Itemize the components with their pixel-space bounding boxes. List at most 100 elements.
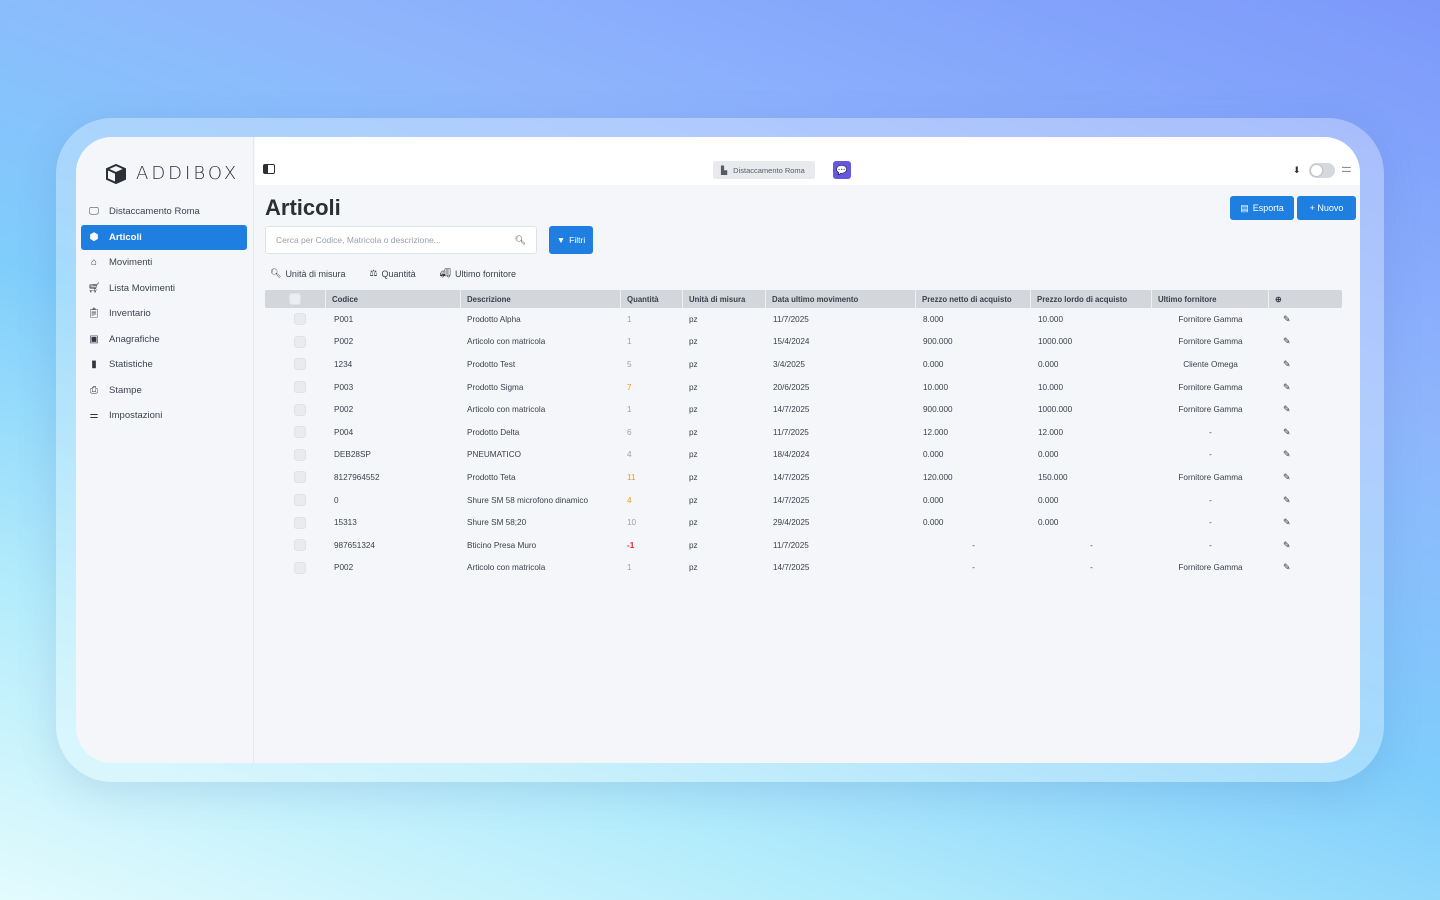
- table-row[interactable]: 8127964552 Prodotto Teta 11 pz 14/7/2025 120.…: [265, 466, 1342, 489]
- row-checkbox[interactable]: [293, 448, 306, 461]
- header-codice[interactable]: Codice: [326, 290, 461, 308]
- table-header: Codice Descrizione Quantità Unità di mis…: [265, 290, 1342, 308]
- row-checkbox[interactable]: [293, 471, 306, 484]
- row-checkbox[interactable]: [293, 335, 306, 348]
- table-row[interactable]: 1234 Prodotto Test 5 pz 3/4/2025 0.000 0.000 Cl…: [265, 353, 1342, 376]
- search-input[interactable]: Cerca per Codice, Matricola o descrizion…: [265, 226, 537, 254]
- sidebar-item-distaccamento-roma[interactable]: 🖵 Distaccamento Roma: [81, 199, 247, 225]
- sidebar-item-label: Statistiche: [109, 359, 153, 371]
- download-icon[interactable]: ⬇: [1293, 165, 1301, 176]
- filter-button[interactable]: ▼ Filtri: [549, 226, 593, 254]
- row-checkbox[interactable]: [293, 516, 306, 529]
- column-settings-cell: ⊕: [1269, 290, 1322, 308]
- new-label: + Nuovo: [1309, 203, 1344, 213]
- cell-unita: pz: [689, 472, 698, 482]
- chip-ultimo-fornitore[interactable]: 🚚︎ Ultimo fornitore: [440, 268, 516, 279]
- row-checkbox[interactable]: [293, 426, 306, 439]
- chip-unità-di-misura[interactable]: 🔍︎ Unità di misura: [270, 268, 345, 279]
- table-row[interactable]: P003 Prodotto Sigma 7 pz 20/6/2025 10.000 10.0…: [265, 376, 1342, 399]
- table-row[interactable]: 987651324 Bticino Presa Muro -1 pz 11/7/2025…: [265, 534, 1342, 557]
- sliders-icon[interactable]: ⚌: [1341, 161, 1352, 175]
- header-quantita[interactable]: Quantità: [621, 290, 683, 308]
- row-select-cell: [265, 539, 326, 552]
- edit-pencil-icon[interactable]: ✎: [1283, 562, 1291, 572]
- sidebar-item-lista-movimenti[interactable]: 🛒︎ Lista Movimenti: [81, 276, 247, 302]
- header-prezzo-netto[interactable]: Prezzo netto di acquisto: [916, 290, 1031, 308]
- cell-prezzo-lordo: -: [1090, 540, 1093, 550]
- export-button[interactable]: ▤ Esporta: [1230, 196, 1294, 220]
- cell-data: 29/4/2025: [773, 518, 810, 528]
- sidebar-item-anagrafiche[interactable]: ▣ Anagrafiche: [81, 327, 247, 353]
- row-checkbox[interactable]: [293, 539, 306, 552]
- cell-unita: pz: [689, 405, 698, 415]
- file-icon: ▤: [1240, 202, 1249, 213]
- edit-cell: ✎: [1269, 427, 1322, 438]
- table-row[interactable]: P002 Articolo con matricola 1 pz 14/7/2025 90…: [265, 398, 1342, 421]
- row-checkbox[interactable]: [293, 313, 306, 326]
- edit-pencil-icon[interactable]: ✎: [1283, 336, 1291, 346]
- column-settings-icon[interactable]: ⊕: [1275, 295, 1282, 304]
- table-row[interactable]: P001 Prodotto Alpha 1 pz 11/7/2025 8.000 10.00…: [265, 308, 1342, 331]
- header-unita[interactable]: Unità di misura: [683, 290, 766, 308]
- table-row[interactable]: 0 Shure SM 58 microfono dinamico 4 pz 14/7/2…: [265, 489, 1342, 512]
- edit-pencil-icon[interactable]: ✎: [1283, 540, 1291, 550]
- articles-table: Codice Descrizione Quantità Unità di mis…: [265, 290, 1342, 579]
- table-row[interactable]: 15313 Shure SM 58;20 10 pz 29/4/2025 0.000 0.0…: [265, 511, 1342, 534]
- brand-logo[interactable]: ADDIBOX: [104, 163, 239, 184]
- sidebar-toggle-icon[interactable]: [263, 164, 275, 174]
- sidebar-item-articoli[interactable]: ⬢ Articoli: [81, 224, 247, 250]
- row-checkbox[interactable]: [293, 403, 306, 416]
- cell-prezzo-lordo: 1000.000: [1038, 405, 1073, 415]
- edit-pencil-icon[interactable]: ✎: [1283, 404, 1291, 414]
- sidebar-item-statistiche[interactable]: ▮ Statistiche: [81, 352, 247, 378]
- header-fornitore[interactable]: Ultimo fornitore: [1152, 290, 1269, 308]
- cell-descrizione: Prodotto Test: [467, 359, 516, 369]
- sidebar-item-label: Lista Movimenti: [109, 282, 175, 294]
- cell-quantita: 6: [627, 427, 632, 437]
- building-icon: ▙: [721, 165, 728, 175]
- select-all-checkbox[interactable]: [289, 293, 301, 305]
- edit-pencil-icon[interactable]: ✎: [1283, 382, 1291, 392]
- header-descrizione[interactable]: Descrizione: [461, 290, 621, 308]
- sidebar-item-inventario[interactable]: 📋︎ Inventario: [81, 301, 247, 327]
- cell-quantita: 10: [627, 518, 637, 528]
- cell-fornitore: -: [1209, 518, 1212, 528]
- cell-fornitore: Fornitore Gamma: [1178, 472, 1243, 482]
- table-row[interactable]: P002 Articolo con matricola 1 pz 15/4/2024 90…: [265, 331, 1342, 354]
- select-all-cell: [265, 290, 326, 308]
- edit-pencil-icon[interactable]: ✎: [1283, 449, 1291, 459]
- sidebar-item-impostazioni[interactable]: ⚌ Impostazioni: [81, 403, 247, 429]
- new-button[interactable]: + Nuovo: [1297, 196, 1356, 220]
- header-data[interactable]: Data ultimo movimento: [766, 290, 916, 308]
- header-prezzo-lordo[interactable]: Prezzo lordo di acquisto: [1031, 290, 1152, 308]
- theme-toggle[interactable]: [1309, 163, 1335, 178]
- cart-icon: 🛒︎: [87, 282, 101, 294]
- sidebar-item-label: Distaccamento Roma: [109, 206, 200, 218]
- cell-data: 15/4/2024: [773, 337, 810, 347]
- cell-descrizione: Prodotto Delta: [467, 427, 520, 437]
- chip-label: Ultimo fornitore: [455, 268, 517, 279]
- row-checkbox[interactable]: [293, 358, 306, 371]
- edit-pencil-icon[interactable]: ✎: [1283, 359, 1291, 369]
- id-card-icon: ▣: [89, 333, 99, 345]
- table-row[interactable]: P004 Prodotto Delta 6 pz 11/7/2025 12.000 12.0…: [265, 421, 1342, 444]
- sidebar-item-movimenti[interactable]: ⌂ Movimenti: [81, 250, 247, 276]
- edit-pencil-icon[interactable]: ✎: [1283, 495, 1291, 505]
- table-row[interactable]: DEB28SP PNEUMATICO 4 pz 18/4/2024 0.000 0.000 -…: [265, 444, 1342, 467]
- chat-button[interactable]: 💬: [833, 161, 851, 179]
- chip-quantità[interactable]: ⚖ Quantità: [369, 268, 415, 279]
- table-row[interactable]: P002 Articolo con matricola 1 pz 14/7/2025 - -…: [265, 557, 1342, 580]
- location-selector[interactable]: ▙ Distaccamento Roma: [713, 161, 815, 179]
- row-checkbox[interactable]: [293, 561, 306, 574]
- edit-pencil-icon[interactable]: ✎: [1283, 472, 1291, 482]
- edit-pencil-icon[interactable]: ✎: [1283, 517, 1291, 527]
- row-checkbox[interactable]: [293, 381, 306, 394]
- sidebar-item-stampe[interactable]: ⎙ Stampe: [81, 378, 247, 404]
- edit-pencil-icon[interactable]: ✎: [1283, 314, 1291, 324]
- chip-label: Unità di misura: [285, 268, 346, 279]
- cell-descrizione: Shure SM 58;20: [467, 518, 527, 528]
- row-checkbox[interactable]: [293, 494, 306, 507]
- search-icon[interactable]: 🔍︎: [515, 235, 526, 246]
- cell-prezzo-netto: 900.000: [923, 405, 953, 415]
- edit-pencil-icon[interactable]: ✎: [1283, 427, 1291, 437]
